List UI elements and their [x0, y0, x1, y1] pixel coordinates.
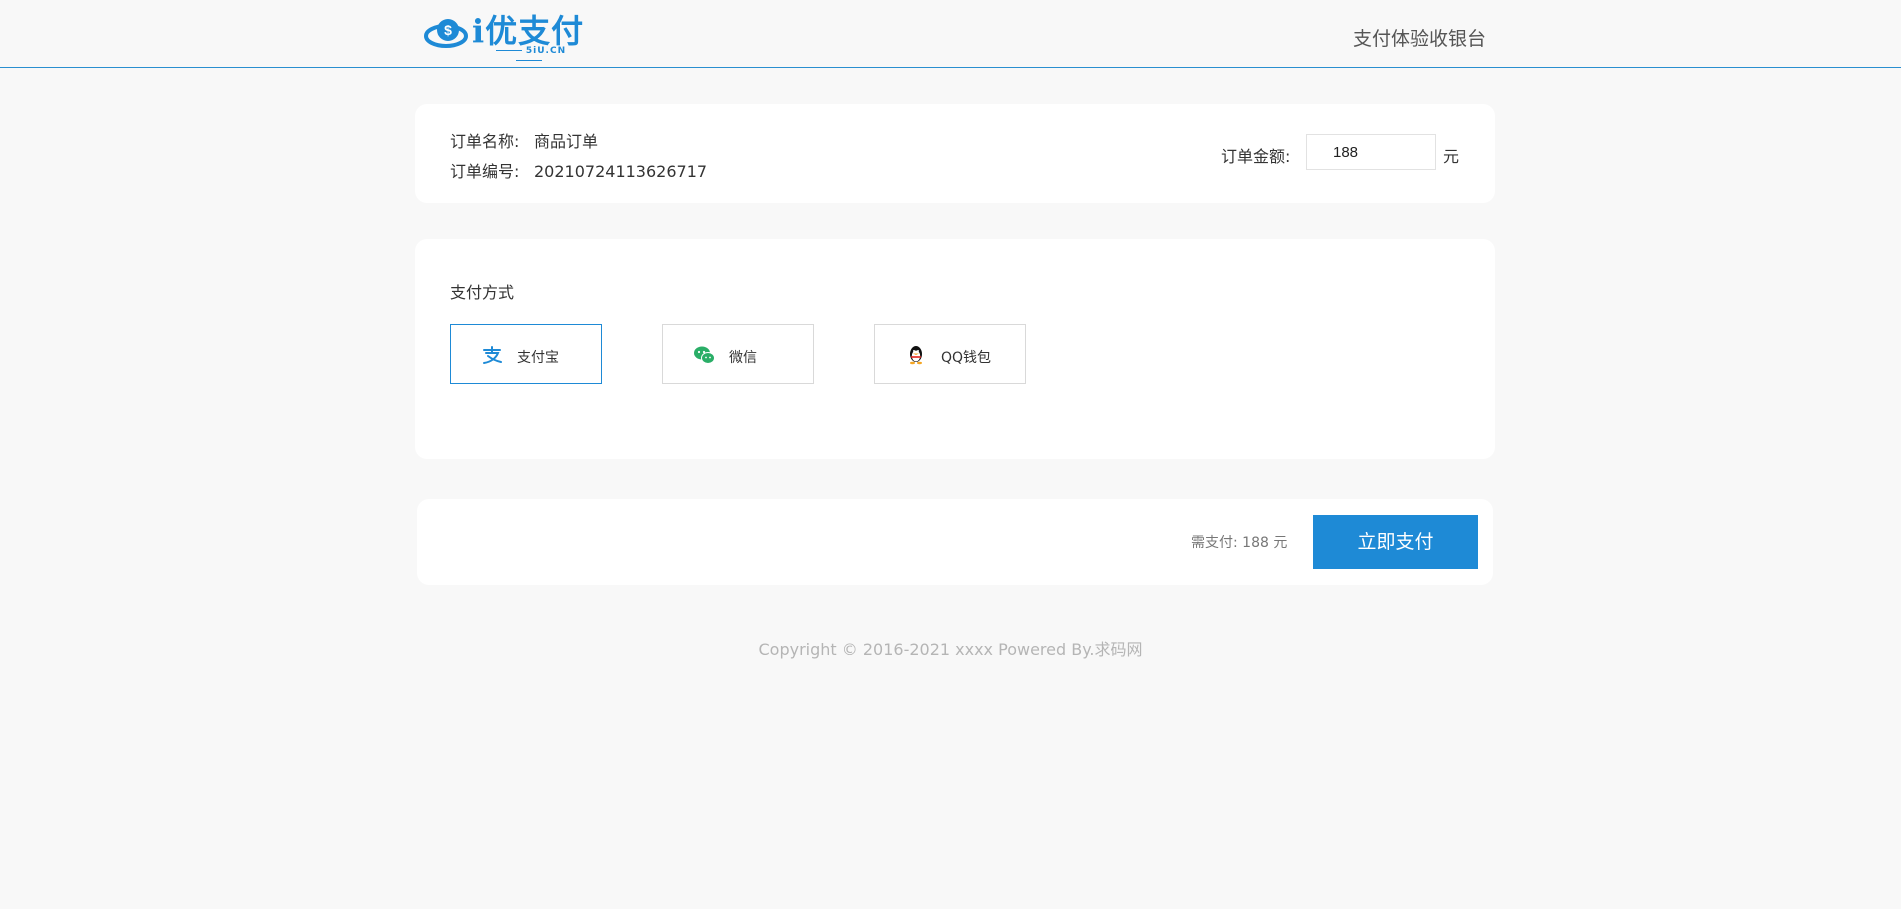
pay-now-button[interactable]: 立即支付 [1313, 515, 1478, 569]
payment-option-label: QQ钱包 [941, 350, 992, 366]
order-amount-input[interactable] [1306, 134, 1436, 170]
checkout-bar: 需支付: 188 元 立即支付 [417, 499, 1493, 585]
payment-option-label: 微信 [729, 350, 757, 366]
payment-option-qq-wallet[interactable]: QQ钱包 [874, 324, 1026, 384]
page-title: 支付体验收银台 [1352, 28, 1486, 50]
payment-option-label: 支付宝 [517, 350, 559, 366]
order-name-row: 订单名称: 商品订单 [450, 128, 598, 152]
order-amount-unit: 元 [1443, 147, 1460, 166]
order-number-label: 订单编号: [450, 162, 520, 181]
svg-text:$: $ [444, 22, 452, 38]
site-logo[interactable]: $ i优支付 5iU.CN [424, 6, 584, 56]
order-info-card: 订单名称: 商品订单 订单编号: 20210724113626717 订单金额: 元 [415, 104, 1495, 203]
top-header: $ i优支付 5iU.CN 支付体验收银台 [0, 0, 1901, 68]
order-number-value: 20210724113626717 [534, 162, 708, 181]
qq-wallet-icon [910, 346, 922, 365]
logo-swirl-icon: $ [424, 19, 468, 48]
amount-due-text: 需支付: 188 元 [1191, 535, 1288, 551]
logo-domain-text: 5iU.CN [476, 46, 582, 66]
order-name-value: 商品订单 [534, 132, 599, 151]
alipay-icon [483, 346, 502, 364]
payment-method-title: 支付方式 [450, 283, 515, 302]
wechat-icon [694, 346, 715, 364]
payment-option-alipay[interactable]: 支付宝 [450, 324, 602, 384]
order-number-row: 订单编号: 20210724113626717 [450, 158, 707, 182]
payment-method-card: 支付方式 支付宝 微信 QQ钱包 [415, 239, 1495, 459]
order-name-label: 订单名称: [450, 132, 520, 151]
order-amount-label: 订单金额: [1221, 147, 1291, 166]
footer-copyright: Copyright © 2016-2021 xxxx Powered By.求码… [758, 640, 1143, 659]
payment-option-wechat[interactable]: 微信 [662, 324, 814, 384]
